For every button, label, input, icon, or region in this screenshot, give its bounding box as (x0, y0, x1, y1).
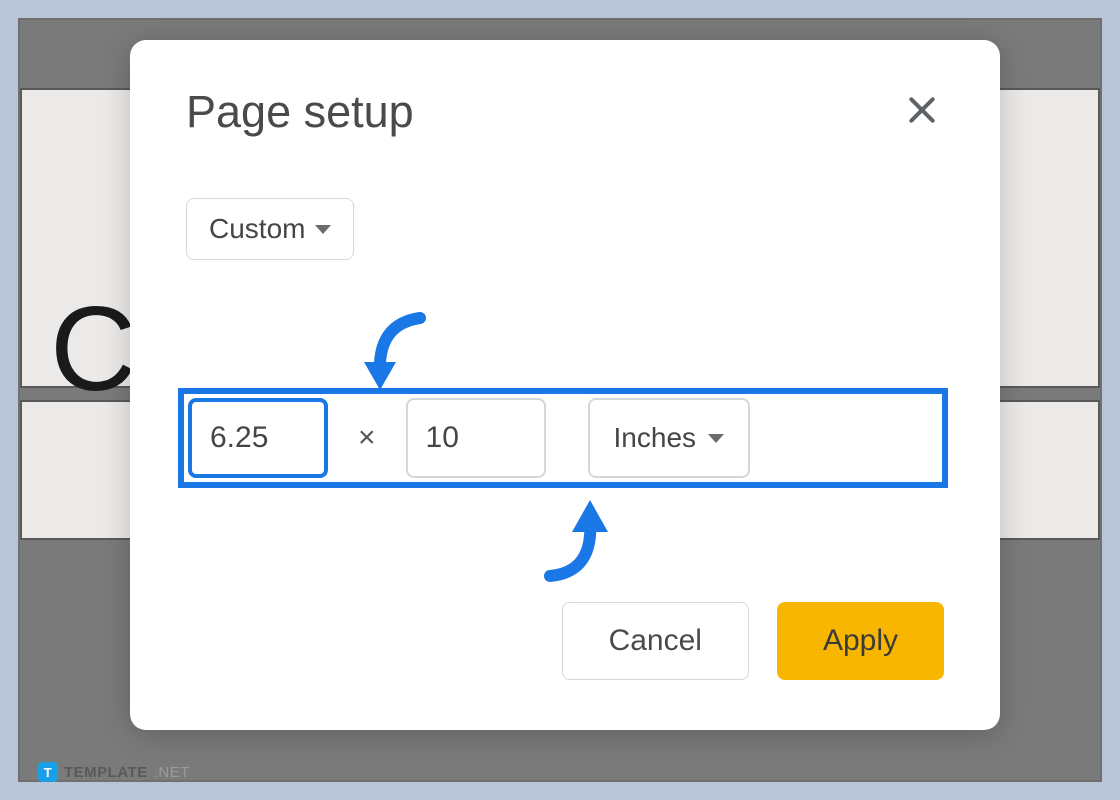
dimension-separator: × (354, 421, 380, 455)
unit-label: Inches (614, 422, 697, 454)
dialog-header: Page setup (186, 86, 944, 138)
height-value: 10 (426, 421, 459, 455)
apply-button[interactable]: Apply (777, 602, 944, 680)
close-button[interactable] (900, 88, 944, 132)
dialog-button-row: Cancel Apply (562, 602, 944, 680)
watermark-badge-icon: T (38, 762, 58, 782)
unit-select[interactable]: Inches (588, 398, 751, 478)
dimensions-row: 6.25 × 10 Inches (188, 398, 750, 478)
background-large-letter: C (50, 280, 137, 418)
width-value: 6.25 (210, 421, 268, 455)
watermark-tld: .NET (154, 764, 190, 781)
apply-button-label: Apply (823, 624, 898, 658)
annotation-arrow-2 (540, 490, 630, 595)
annotation-arrow-1 (360, 312, 430, 407)
cancel-button-label: Cancel (609, 624, 702, 658)
watermark: T TEMPLATE .NET (38, 762, 190, 782)
size-preset-label: Custom (209, 213, 305, 245)
cancel-button[interactable]: Cancel (562, 602, 749, 680)
watermark-brand: TEMPLATE (64, 764, 148, 781)
page-setup-dialog: Page setup Custom 6.25 × 10 Inches (130, 40, 1000, 730)
chevron-down-icon (708, 434, 724, 443)
height-input[interactable]: 10 (406, 398, 546, 478)
close-icon (906, 94, 938, 126)
width-input[interactable]: 6.25 (188, 398, 328, 478)
dialog-title: Page setup (186, 86, 414, 138)
chevron-down-icon (315, 225, 331, 234)
size-preset-select[interactable]: Custom (186, 198, 354, 260)
